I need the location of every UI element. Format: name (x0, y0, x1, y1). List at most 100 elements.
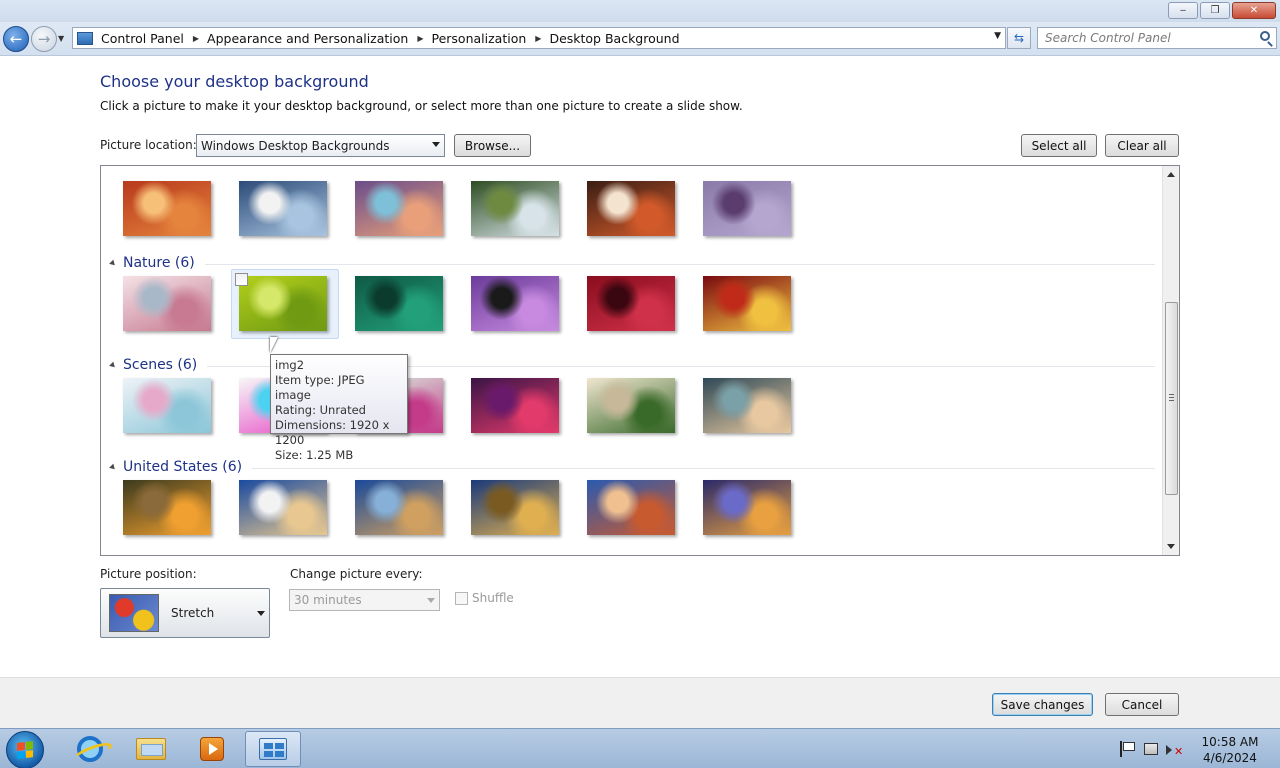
search-input[interactable] (1045, 28, 1255, 48)
wallpaper-thumbnail[interactable] (703, 276, 791, 331)
change-picture-interval-select[interactable]: 30 minutes (289, 589, 440, 611)
group-divider (252, 467, 1155, 469)
breadcrumb-desktop-background[interactable]: Desktop Background (549, 31, 679, 46)
picture-location-label: Picture location: (100, 138, 197, 152)
picture-position-select[interactable]: Stretch (100, 588, 270, 638)
maximize-button[interactable]: ❐ (1200, 2, 1230, 19)
back-button[interactable]: ← (3, 26, 29, 52)
cancel-button[interactable]: Cancel (1105, 693, 1179, 716)
wallpaper-thumbnail[interactable] (471, 181, 559, 236)
collapse-triangle-icon[interactable] (109, 463, 117, 471)
navigation-bar: ← → ▼ Control Panel ▶ Appearance and Pers… (0, 22, 1280, 56)
save-changes-button[interactable]: Save changes (992, 693, 1093, 716)
taskbar-internet-explorer[interactable] (62, 731, 118, 767)
position-preview-image (109, 594, 159, 632)
image-info-tooltip: img2 Item type: JPEG image Rating: Unrat… (270, 354, 408, 462)
wallpaper-thumbnail[interactable] (123, 181, 211, 236)
taskbar-windows-explorer[interactable] (123, 731, 179, 767)
window-controls: ‒ ❐ ✕ (1168, 2, 1276, 19)
wallpaper-thumbnail[interactable] (355, 480, 443, 535)
start-button[interactable] (6, 731, 44, 768)
breadcrumb-appearance[interactable]: Appearance and Personalization ▶ (207, 31, 423, 46)
select-all-button[interactable]: Select all (1021, 134, 1097, 157)
scrollbar-thumb[interactable] (1165, 302, 1178, 495)
chevron-down-icon (432, 142, 440, 147)
shuffle-label: Shuffle (472, 591, 514, 605)
change-picture-interval-value: 30 minutes (294, 593, 362, 607)
breadcrumb-arrow-icon[interactable]: ▶ (193, 34, 199, 43)
volume-icon[interactable] (1166, 744, 1172, 755)
wallpaper-thumbnail[interactable] (123, 480, 211, 535)
shuffle-checkbox[interactable]: Shuffle (455, 591, 514, 605)
collapse-triangle-icon[interactable] (109, 259, 117, 267)
wallpaper-thumbnail[interactable] (239, 480, 327, 535)
tooltip-name: img2 (275, 358, 305, 372)
address-dropdown-icon[interactable]: ▼ (994, 31, 1001, 41)
breadcrumb-arrow-icon[interactable]: ▶ (535, 34, 541, 43)
refresh-icon: ⇆ (1013, 31, 1025, 45)
group-title[interactable]: Scenes (6) (123, 357, 197, 373)
change-picture-label: Change picture every: (290, 567, 423, 581)
browse-button[interactable]: Browse... (454, 134, 531, 157)
wallpaper-thumbnail[interactable] (355, 276, 443, 331)
picture-list[interactable]: Nature (6) Scenes (6) United States (6) (100, 165, 1180, 556)
wallpaper-thumbnail[interactable] (471, 378, 559, 433)
checkbox-icon[interactable] (455, 591, 468, 605)
recent-pages-dropdown[interactable]: ▼ (58, 34, 64, 43)
wallpaper-thumbnail[interactable] (123, 276, 211, 331)
forward-arrow-icon: → (37, 30, 51, 48)
search-icon[interactable] (1260, 31, 1270, 41)
clock-date: 4/6/2024 (1203, 751, 1257, 765)
picture-position-value: Stretch (171, 606, 215, 620)
control-panel-icon (259, 738, 287, 760)
group-title[interactable]: Nature (6) (123, 255, 195, 271)
wallpaper-thumbnail[interactable] (703, 480, 791, 535)
wallpaper-thumbnail[interactable] (355, 181, 443, 236)
windows-logo-icon (17, 741, 33, 759)
breadcrumb-arrow-icon[interactable]: ▶ (417, 34, 423, 43)
scroll-up-icon[interactable] (1167, 172, 1175, 177)
wallpaper-thumbnail[interactable] (239, 276, 327, 331)
search-box[interactable] (1037, 27, 1277, 49)
taskbar-control-panel[interactable] (245, 731, 301, 767)
forward-button[interactable]: → (31, 26, 57, 52)
wallpaper-thumbnail[interactable] (587, 181, 675, 236)
wallpaper-thumbnail[interactable] (587, 480, 675, 535)
minimize-button[interactable]: ‒ (1168, 2, 1198, 19)
breadcrumb-control-panel[interactable]: Control Panel ▶ (101, 31, 199, 46)
breadcrumb-personalization[interactable]: Personalization ▶ (432, 31, 542, 46)
close-button[interactable]: ✕ (1232, 2, 1276, 19)
group-title[interactable]: United States (6) (123, 459, 242, 475)
group-header[interactable]: United States (6) (109, 459, 1155, 475)
action-center-flag-icon[interactable] (1120, 740, 1136, 757)
wallpaper-thumbnail[interactable] (471, 276, 559, 331)
taskbar-media-player[interactable] (184, 731, 240, 767)
clock-time: 10:58 AM (1201, 735, 1259, 749)
wallpaper-thumbnail[interactable] (471, 480, 559, 535)
wallpaper-thumbnail[interactable] (587, 276, 675, 331)
collapse-triangle-icon[interactable] (109, 361, 117, 369)
clock[interactable]: 10:58 AM 4/6/2024 (1195, 734, 1265, 766)
chevron-down-icon (257, 611, 265, 616)
scroll-down-icon[interactable] (1167, 544, 1175, 549)
volume-muted-icon: ✕ (1174, 745, 1184, 758)
address-bar[interactable]: Control Panel ▶ Appearance and Personaliz… (72, 27, 1006, 49)
tooltip-size: Size: 1.25 MB (275, 448, 354, 462)
chevron-down-icon (427, 598, 435, 603)
tooltip-dimensions: Dimensions: 1920 x 1200 (275, 418, 390, 447)
refresh-button[interactable]: ⇆ (1007, 27, 1031, 49)
internet-explorer-icon (77, 736, 103, 762)
wallpaper-thumbnail[interactable] (239, 181, 327, 236)
wallpaper-thumbnail[interactable] (587, 378, 675, 433)
picture-location-select[interactable]: Windows Desktop Backgrounds (196, 134, 445, 157)
group-header[interactable]: Scenes (6) (109, 357, 1155, 373)
picture-position-label: Picture position: (100, 567, 197, 581)
select-checkbox[interactable] (235, 273, 248, 286)
vertical-scrollbar[interactable] (1162, 166, 1179, 555)
clear-all-button[interactable]: Clear all (1105, 134, 1179, 157)
wallpaper-thumbnail[interactable] (703, 181, 791, 236)
network-icon[interactable] (1144, 742, 1158, 755)
tooltip-type: Item type: JPEG image (275, 373, 365, 402)
wallpaper-thumbnail[interactable] (123, 378, 211, 433)
wallpaper-thumbnail[interactable] (703, 378, 791, 433)
